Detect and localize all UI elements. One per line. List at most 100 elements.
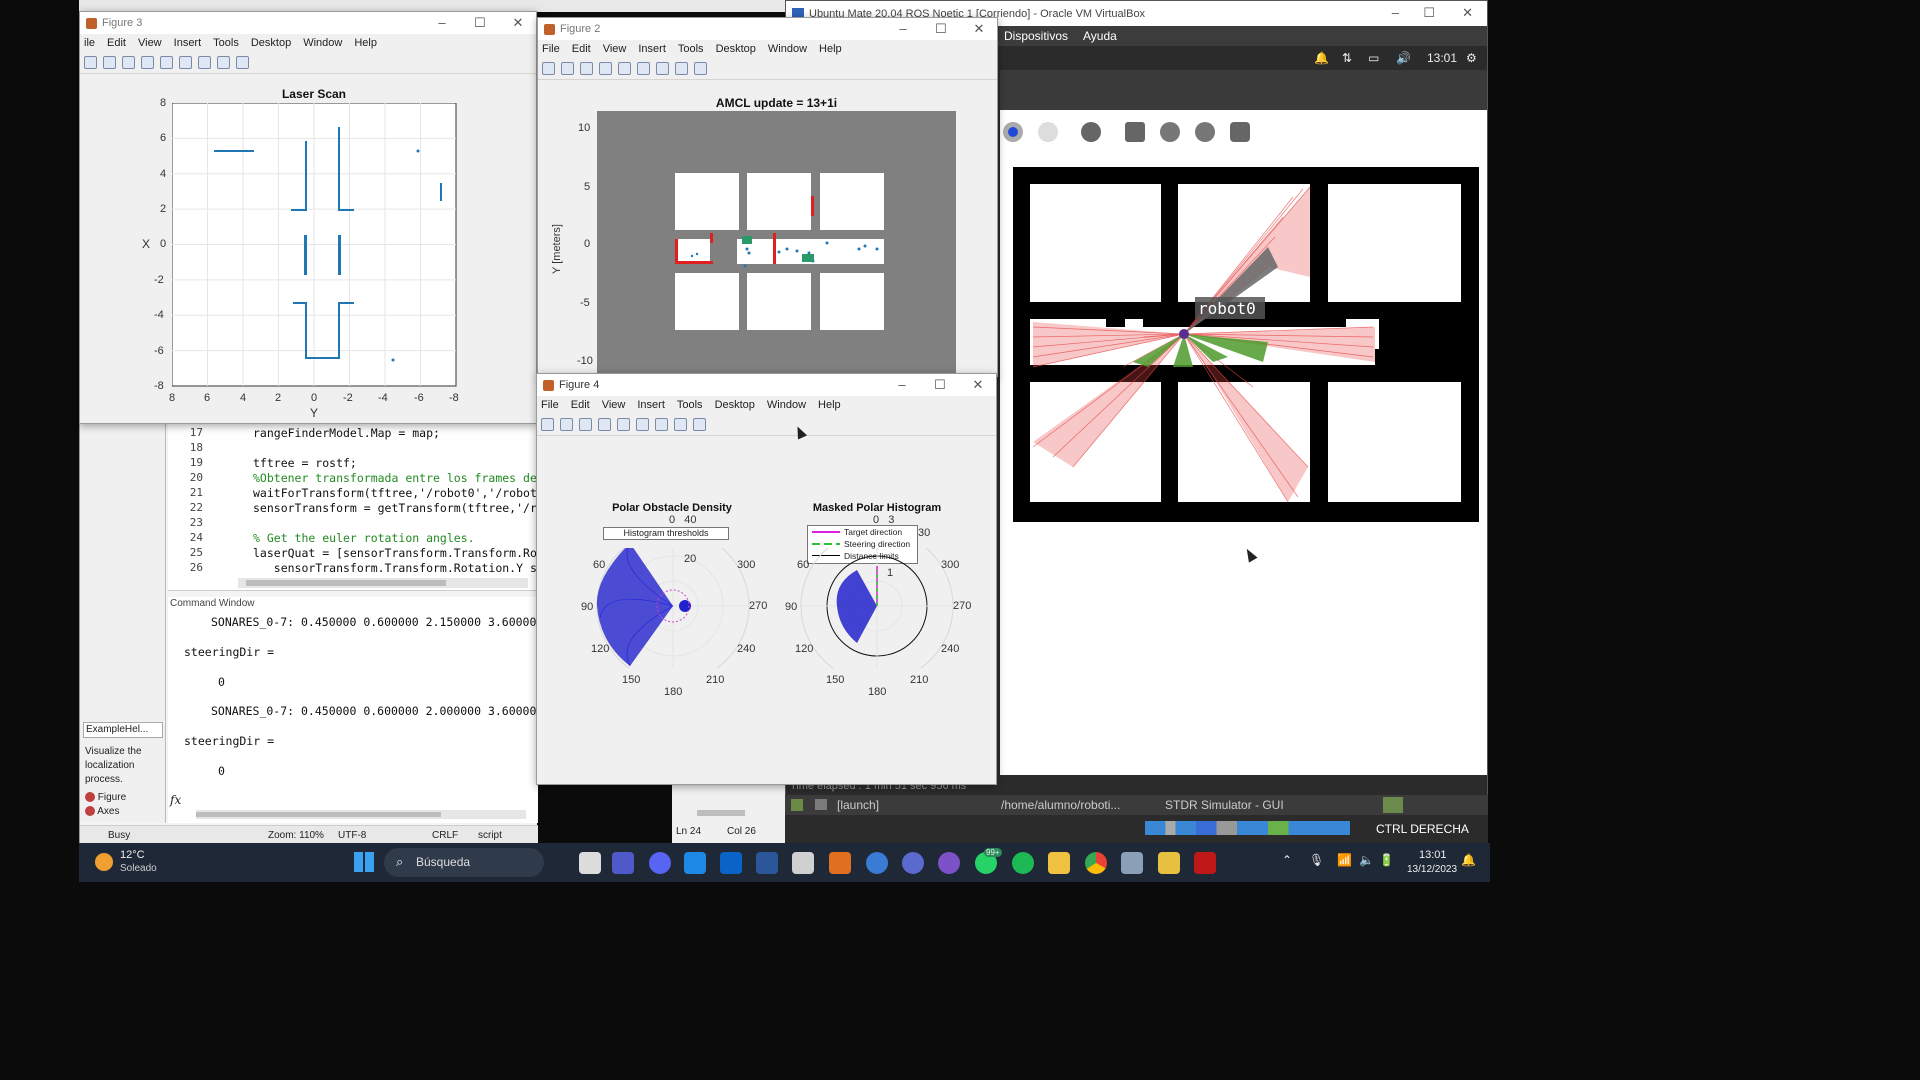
mcafee-icon[interactable]	[1194, 852, 1216, 874]
weather-icon[interactable]	[95, 853, 113, 871]
bell-icon[interactable]: 🔔	[1314, 51, 1329, 65]
print-icon[interactable]	[141, 56, 154, 69]
weather-desc[interactable]: Soleado	[120, 863, 157, 874]
masked-polar-histogram-plot[interactable]	[799, 548, 959, 668]
chat-icon[interactable]	[866, 852, 888, 874]
plottools-icon[interactable]	[694, 62, 707, 75]
discord-icon[interactable]	[649, 852, 671, 874]
menu-desktop[interactable]: Desktop	[715, 399, 755, 411]
menu-window[interactable]: Window	[767, 399, 806, 411]
close-button[interactable]: ✕	[959, 374, 996, 396]
menu-desktop[interactable]: Desktop	[716, 43, 756, 55]
workspace-indicator-icon[interactable]	[1383, 797, 1403, 813]
network-icon[interactable]: ⇅	[1342, 51, 1352, 65]
menu-edit[interactable]: Edit	[107, 37, 126, 49]
colorbar-icon[interactable]	[179, 56, 192, 69]
robot-marker[interactable]	[1179, 329, 1189, 339]
menu-edit[interactable]: Edit	[572, 43, 591, 55]
gear-icon[interactable]: ⚙	[1466, 51, 1477, 65]
open-icon[interactable]	[103, 56, 116, 69]
menu-insert[interactable]: Insert	[637, 399, 665, 411]
polar-obstacle-density-plot[interactable]	[595, 548, 755, 668]
volume-icon[interactable]: 🔊	[1396, 51, 1411, 65]
guest-clock[interactable]: 13:01	[1427, 51, 1457, 65]
speaker-icon[interactable]: 🔈	[1359, 853, 1374, 867]
stdr-zoom-in-icon[interactable]	[1160, 122, 1180, 142]
stdr-settings-icon[interactable]	[1081, 122, 1101, 142]
search-box[interactable]: ⌕ Búsqueda	[384, 848, 544, 877]
outlook-icon[interactable]	[720, 852, 742, 874]
battery-icon[interactable]: ▭	[1368, 51, 1379, 65]
maximize-button[interactable]: ☐	[921, 374, 959, 396]
print-icon[interactable]	[599, 62, 612, 75]
amcl-map-plot[interactable]	[597, 111, 956, 377]
open-icon[interactable]	[561, 62, 574, 75]
stdr-map[interactable]	[1013, 167, 1479, 522]
vscode-icon[interactable]	[684, 852, 706, 874]
stdr-zoom-out-icon[interactable]	[1195, 122, 1215, 142]
link-icon[interactable]	[618, 62, 631, 75]
close-button[interactable]: ✕	[1462, 5, 1473, 21]
wifi-icon[interactable]: 📶	[1337, 853, 1352, 867]
clock-date[interactable]: 13/12/2023	[1407, 864, 1457, 875]
menu-file[interactable]: File	[541, 399, 559, 411]
save-icon[interactable]	[122, 56, 135, 69]
minimize-button[interactable]: –	[883, 374, 921, 396]
menu-view[interactable]: View	[603, 43, 627, 55]
cw-horizontal-scrollbar[interactable]	[196, 810, 526, 819]
scrollbar[interactable]	[697, 810, 745, 816]
menu-window[interactable]: Window	[303, 37, 342, 49]
legend-icon[interactable]	[655, 418, 668, 431]
code-editor[interactable]: 17 rangeFinderModel.Map = map; 18 19 tft…	[168, 423, 551, 591]
scrollbar-thumb[interactable]	[246, 580, 446, 586]
r-icon[interactable]	[902, 852, 924, 874]
file-explorer-icon[interactable]	[1048, 852, 1070, 874]
print-icon[interactable]	[598, 418, 611, 431]
menu-insert[interactable]: Insert	[638, 43, 666, 55]
spotify-icon[interactable]	[1012, 852, 1034, 874]
save-icon[interactable]	[580, 62, 593, 75]
microphone-icon[interactable]: 🎙	[1309, 853, 1324, 867]
stdr-grid-icon[interactable]	[1125, 122, 1145, 142]
plottools-icon[interactable]	[236, 56, 249, 69]
virtualbox-icon[interactable]	[792, 852, 814, 874]
teams-icon[interactable]	[612, 852, 634, 874]
close-button[interactable]: ✕	[960, 18, 997, 40]
matlab-icon[interactable]	[829, 852, 851, 874]
panel-item-stdr[interactable]: STDR Simulator - GUI	[1165, 798, 1284, 812]
menu-tools[interactable]: Tools	[213, 37, 239, 49]
legend-icon[interactable]	[198, 56, 211, 69]
battery-icon[interactable]: 🔋	[1379, 853, 1394, 867]
minimize-button[interactable]: –	[1392, 5, 1399, 20]
maximize-button[interactable]: ☐	[1423, 5, 1435, 21]
panel-item-launch[interactable]: [launch]	[837, 798, 879, 812]
menu-ayuda[interactable]: Ayuda	[1083, 29, 1117, 43]
open-icon[interactable]	[560, 418, 573, 431]
menu-file[interactable]: File	[542, 43, 560, 55]
menu-edit[interactable]: Edit	[571, 399, 590, 411]
new-icon[interactable]	[541, 418, 554, 431]
weather-temp[interactable]: 12°C	[120, 849, 145, 861]
start-button[interactable]	[354, 852, 374, 872]
stdr-record-button[interactable]	[1003, 122, 1023, 142]
save-icon[interactable]	[579, 418, 592, 431]
colorbar-icon[interactable]	[636, 418, 649, 431]
stdr-refresh-button[interactable]	[1038, 122, 1058, 142]
new-icon[interactable]	[84, 56, 97, 69]
stdr-fit-icon[interactable]	[1230, 122, 1250, 142]
menu-help[interactable]: Help	[818, 399, 841, 411]
chevron-up-icon[interactable]: ⌃	[1282, 853, 1292, 867]
menu-window[interactable]: Window	[768, 43, 807, 55]
app-icon[interactable]	[1158, 852, 1180, 874]
menu-file[interactable]: ile	[84, 37, 95, 49]
close-button[interactable]: ✕	[499, 12, 536, 34]
link-icon[interactable]	[617, 418, 630, 431]
menu-view[interactable]: View	[138, 37, 162, 49]
minimize-button[interactable]: –	[423, 12, 461, 34]
settings-icon[interactable]	[1121, 852, 1143, 874]
taskview-icon[interactable]	[579, 852, 601, 874]
left-panel-item-axes[interactable]: Axes	[85, 806, 119, 817]
word-icon[interactable]	[756, 852, 778, 874]
link-icon[interactable]	[160, 56, 173, 69]
menu-tools[interactable]: Tools	[678, 43, 704, 55]
